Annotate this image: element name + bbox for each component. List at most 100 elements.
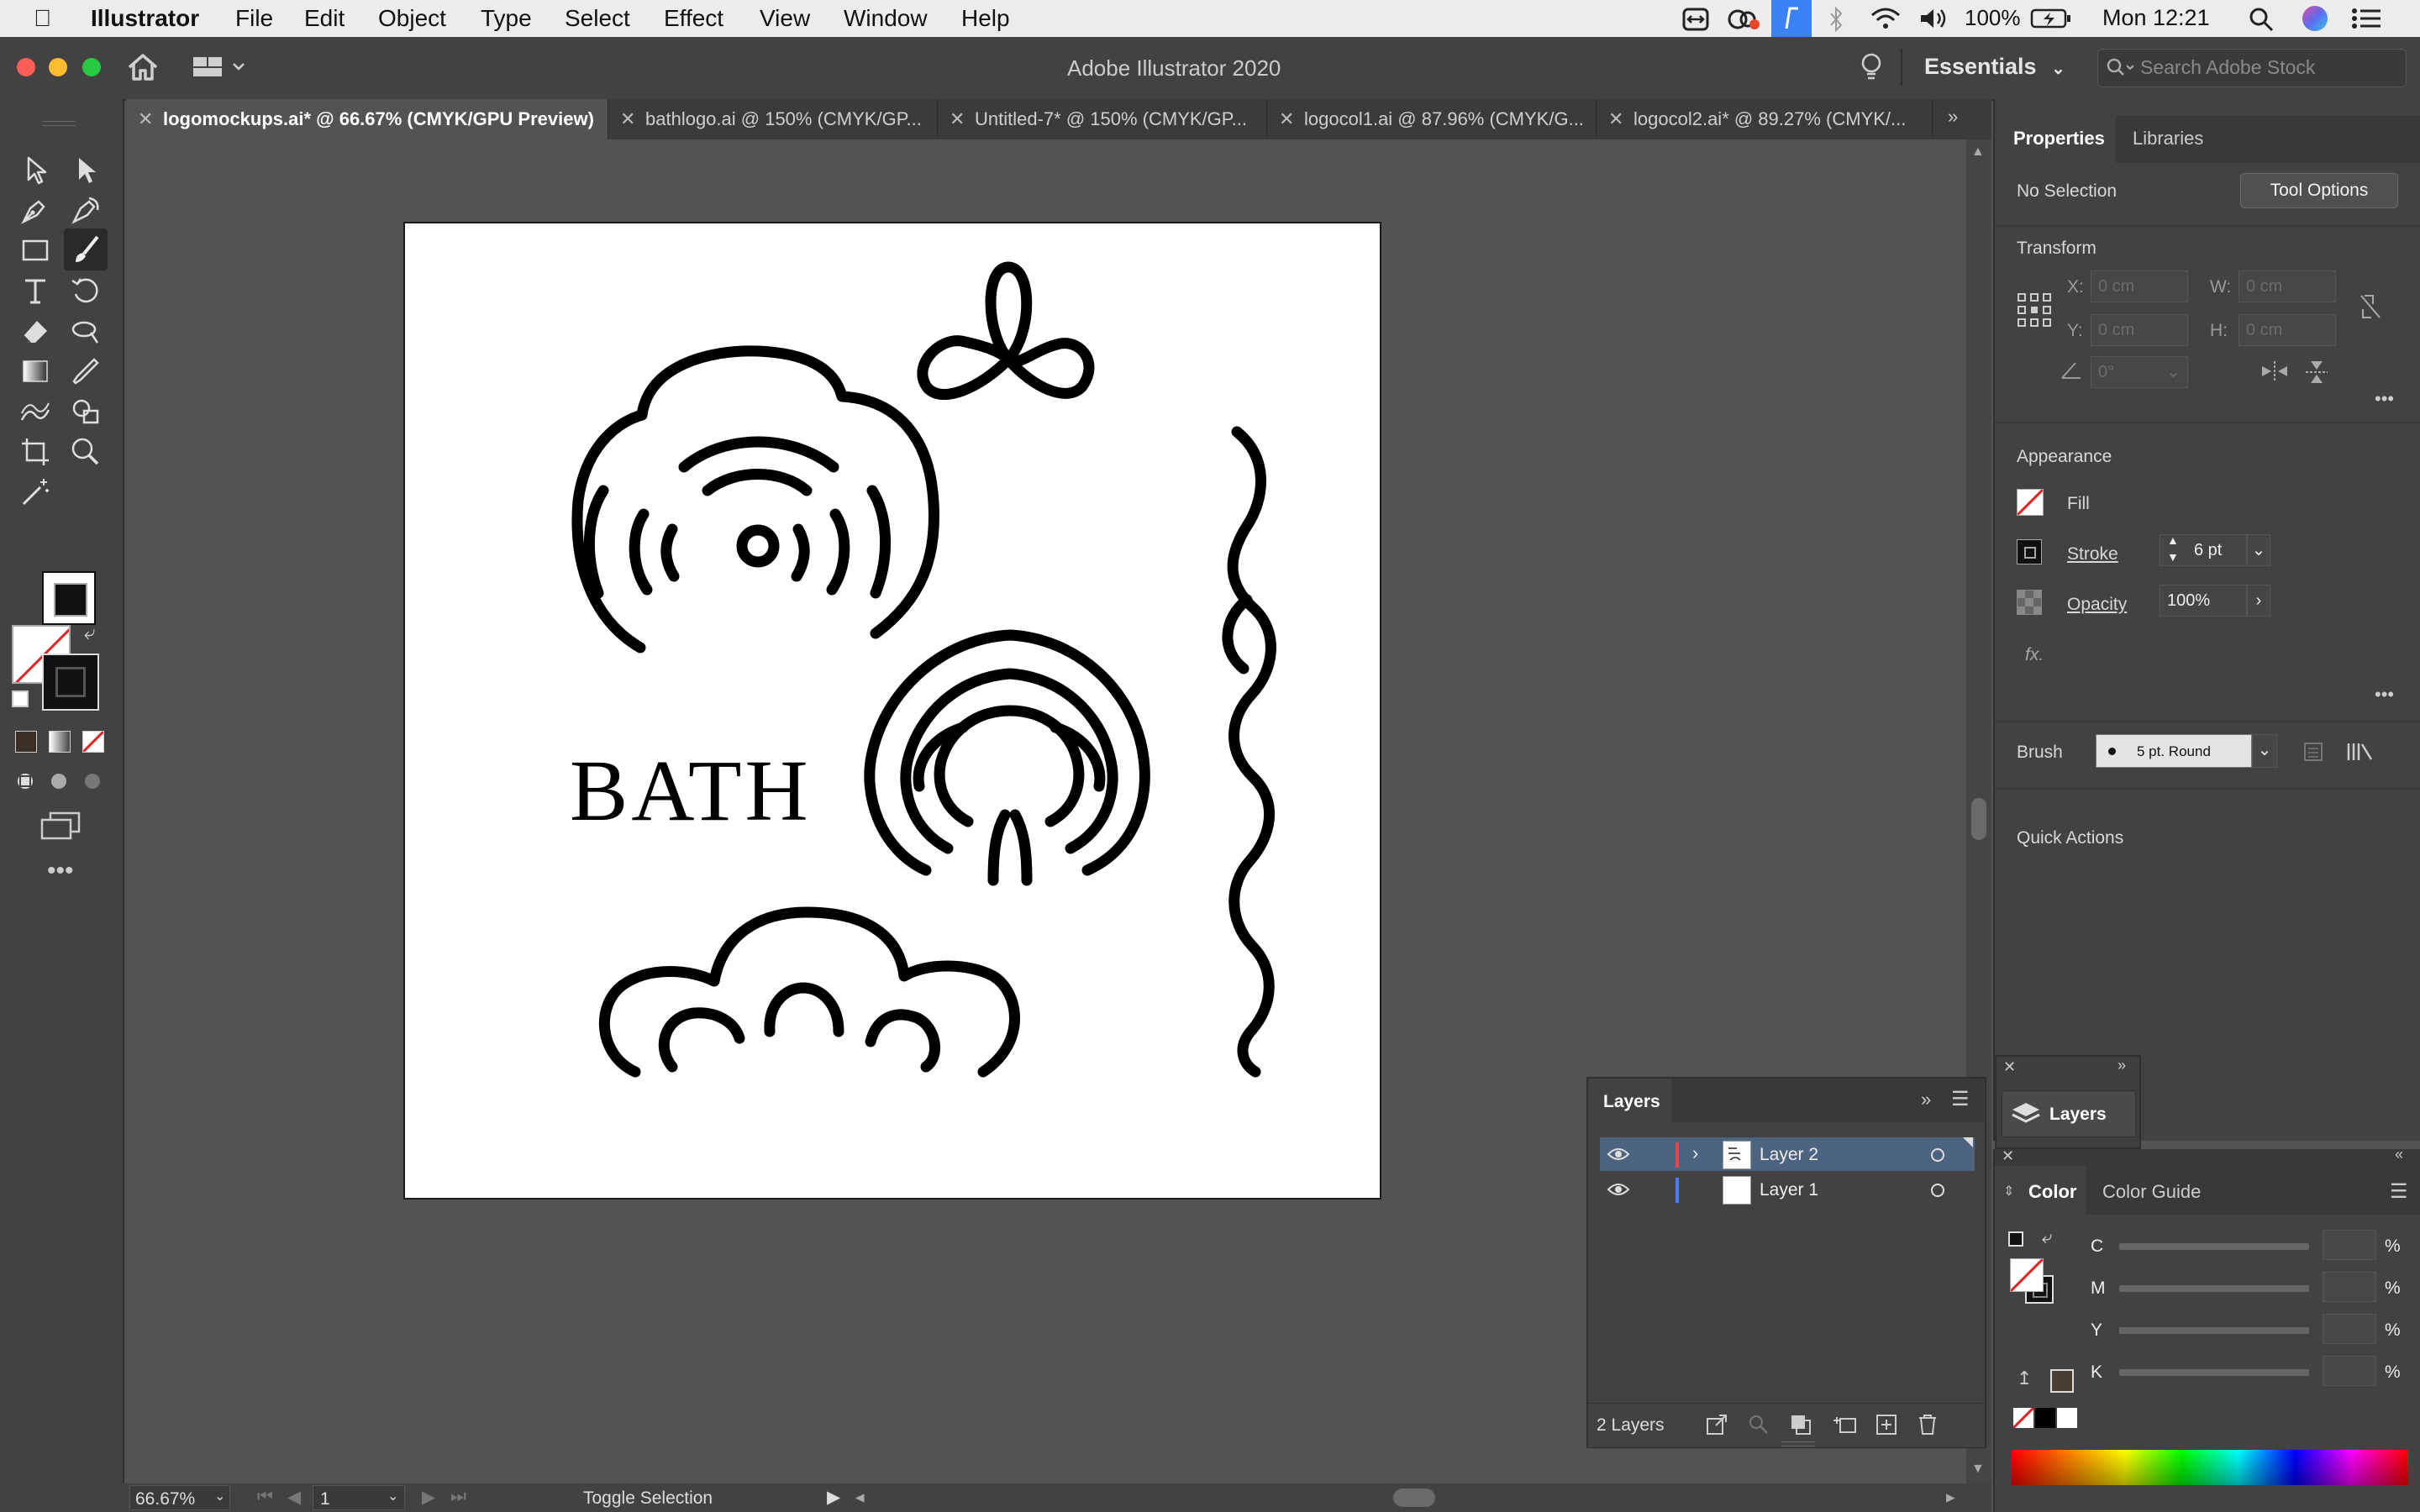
shape-builder-tool-icon[interactable]: [69, 395, 103, 428]
expand-layer-icon[interactable]: ›: [1692, 1142, 1698, 1164]
arrange-documents-icon[interactable]: [192, 54, 247, 79]
menu-file[interactable]: File: [235, 5, 273, 32]
close-tab-icon[interactable]: ✕: [950, 99, 965, 139]
rectangle-tool-icon[interactable]: [18, 234, 52, 267]
panel-resize-grip[interactable]: [1781, 1441, 1815, 1446]
wifi-icon[interactable]: [1870, 7, 1901, 30]
creative-cloud-icon[interactable]: [1726, 7, 1761, 32]
layers-dock-button[interactable]: Layers: [2002, 1090, 2136, 1137]
teamviewer-icon[interactable]: [1682, 7, 1709, 32]
stroke-weight-field[interactable]: ▲ ▼ 6 pt: [2160, 532, 2247, 566]
tab-logocol1[interactable]: ✕ logocol1.ai @ 87.96% (CMYK/G...: [1267, 99, 1597, 139]
panel-menu-icon[interactable]: ☰: [1951, 1087, 1970, 1111]
stepper-icon[interactable]: ▲ ▼: [2167, 532, 2179, 565]
brush-libraries-icon[interactable]: [2346, 741, 2375, 763]
cyan-slider[interactable]: [2119, 1243, 2309, 1250]
export-layer-icon[interactable]: [1706, 1414, 1728, 1436]
vertical-scroll-thumb[interactable]: [1971, 798, 1986, 840]
magenta-field[interactable]: [2323, 1272, 2376, 1302]
chevron-down-icon[interactable]: ⌄: [2166, 357, 2181, 387]
color-spectrum-bar[interactable]: [2012, 1450, 2408, 1485]
default-fill-stroke-icon[interactable]: [12, 690, 29, 707]
app-menu[interactable]: Illustrator: [91, 5, 199, 32]
opacity-label[interactable]: Opacity: [2067, 595, 2127, 615]
scallop-shell-art[interactable]: [571, 345, 940, 654]
stroke-swatch[interactable]: [42, 654, 99, 711]
tool-options-button[interactable]: Tool Options: [2240, 173, 2398, 208]
bluetooth-icon[interactable]: [1828, 7, 1844, 32]
horizontal-scroll-thumb[interactable]: [1393, 1488, 1435, 1507]
close-tab-icon[interactable]: ✕: [1608, 99, 1623, 139]
close-window-button[interactable]: [17, 58, 35, 76]
scroll-up-icon[interactable]: ▲: [1971, 144, 1985, 160]
volume-icon[interactable]: [1919, 7, 1949, 30]
none-color-button[interactable]: [2013, 1408, 2033, 1428]
width-field[interactable]: 0 cm: [2238, 270, 2336, 302]
scroll-right-icon[interactable]: ▸: [1946, 1487, 1955, 1508]
magic-wand-tool-icon[interactable]: [18, 475, 52, 509]
menu-help[interactable]: Help: [961, 5, 1010, 32]
artboard-tool-icon[interactable]: [18, 435, 52, 469]
default-colors-icon[interactable]: [2008, 1231, 2023, 1247]
new-layer-icon[interactable]: [1876, 1414, 1897, 1436]
tab-color-guide[interactable]: Color Guide: [2102, 1181, 2201, 1203]
visibility-eye-icon[interactable]: [1607, 1146, 1630, 1163]
stroke-label[interactable]: Stroke: [2067, 544, 2118, 564]
yellow-slider[interactable]: [2119, 1327, 2309, 1334]
tab-bathlogo[interactable]: ✕ bathlogo.ai @ 150% (CMYK/GP...: [608, 99, 938, 139]
concentric-rings-art[interactable]: [864, 629, 1150, 886]
black-field[interactable]: [2323, 1356, 2376, 1386]
locate-object-icon[interactable]: [1748, 1414, 1770, 1436]
chevron-down-icon[interactable]: ⌄: [387, 1488, 398, 1504]
flip-horizontal-icon[interactable]: [2260, 360, 2289, 383]
x-field[interactable]: 0 cm: [2091, 270, 2188, 302]
artwork[interactable]: BATH: [405, 223, 1380, 1198]
layers-tab[interactable]: Layers: [1603, 1092, 1660, 1112]
stroke-swatch-back[interactable]: [42, 571, 96, 625]
menu-object[interactable]: Object: [378, 5, 446, 32]
screen-mode-icon[interactable]: [39, 811, 82, 842]
brush-dropdown[interactable]: 5 pt. Round: [2096, 734, 2252, 768]
layer-name[interactable]: Layer 2: [1760, 1145, 1818, 1165]
menubar-clock[interactable]: Mon 12:21: [2102, 5, 2210, 31]
tab-logomockups[interactable]: ✕ logomockups.ai* @ 66.67% (CMYK/GPU Prev…: [126, 99, 608, 139]
artboard-number-field[interactable]: 1 ⌄: [313, 1485, 405, 1510]
color-mode-button[interactable]: [15, 731, 37, 753]
expand-panel-icon[interactable]: »: [1921, 1089, 1931, 1110]
swap-fill-stroke-icon[interactable]: ⤶: [84, 622, 95, 645]
clipping-mask-icon[interactable]: [1790, 1414, 1812, 1436]
none-mode-button[interactable]: [82, 731, 104, 753]
layer-name[interactable]: Layer 1: [1760, 1180, 1818, 1200]
fill-color-box[interactable]: [2010, 1258, 2044, 1292]
more-options-icon[interactable]: •••: [2375, 388, 2394, 410]
home-icon[interactable]: [126, 52, 160, 82]
menu-select[interactable]: Select: [565, 5, 630, 32]
toolbar-grip[interactable]: [42, 121, 76, 126]
eyedropper-tool-icon[interactable]: [69, 354, 103, 388]
selection-tool-icon[interactable]: [18, 153, 52, 186]
reference-point-icon[interactable]: [2017, 292, 2052, 328]
tab-color[interactable]: Color: [2028, 1181, 2076, 1203]
layer-row-layer-2[interactable]: › Layer 2: [1600, 1137, 1975, 1171]
menu-type[interactable]: Type: [481, 5, 532, 32]
zoom-tool-icon[interactable]: [69, 435, 103, 469]
menu-window[interactable]: Window: [844, 5, 928, 32]
scroll-down-icon[interactable]: ▼: [1971, 1462, 1985, 1477]
first-artboard-icon[interactable]: ⏮: [257, 1487, 273, 1507]
battery-icon[interactable]: [2030, 8, 2072, 29]
close-tab-icon[interactable]: ✕: [138, 99, 153, 139]
drawing-modes-icon[interactable]: [13, 769, 106, 795]
last-artboard-icon[interactable]: ⏭: [450, 1487, 466, 1507]
previous-artboard-icon[interactable]: ◀: [287, 1487, 301, 1508]
target-circle-icon[interactable]: [1931, 1148, 1944, 1162]
curvature-tool-icon[interactable]: [69, 193, 103, 227]
search-adobe-stock-field[interactable]: Search Adobe Stock: [2097, 49, 2407, 87]
out-of-gamut-icon[interactable]: ↥: [2017, 1368, 2032, 1389]
pen-tool-icon[interactable]: [18, 193, 52, 227]
zoom-window-button[interactable]: [82, 58, 101, 76]
menu-edit[interactable]: Edit: [304, 5, 345, 32]
expand-dock-icon[interactable]: »: [2118, 1057, 2126, 1074]
zoom-level-field[interactable]: 66.67% ⌄: [129, 1485, 230, 1510]
workspace-switcher[interactable]: Essentials ⌄: [1924, 54, 2065, 80]
menu-view[interactable]: View: [760, 5, 810, 32]
